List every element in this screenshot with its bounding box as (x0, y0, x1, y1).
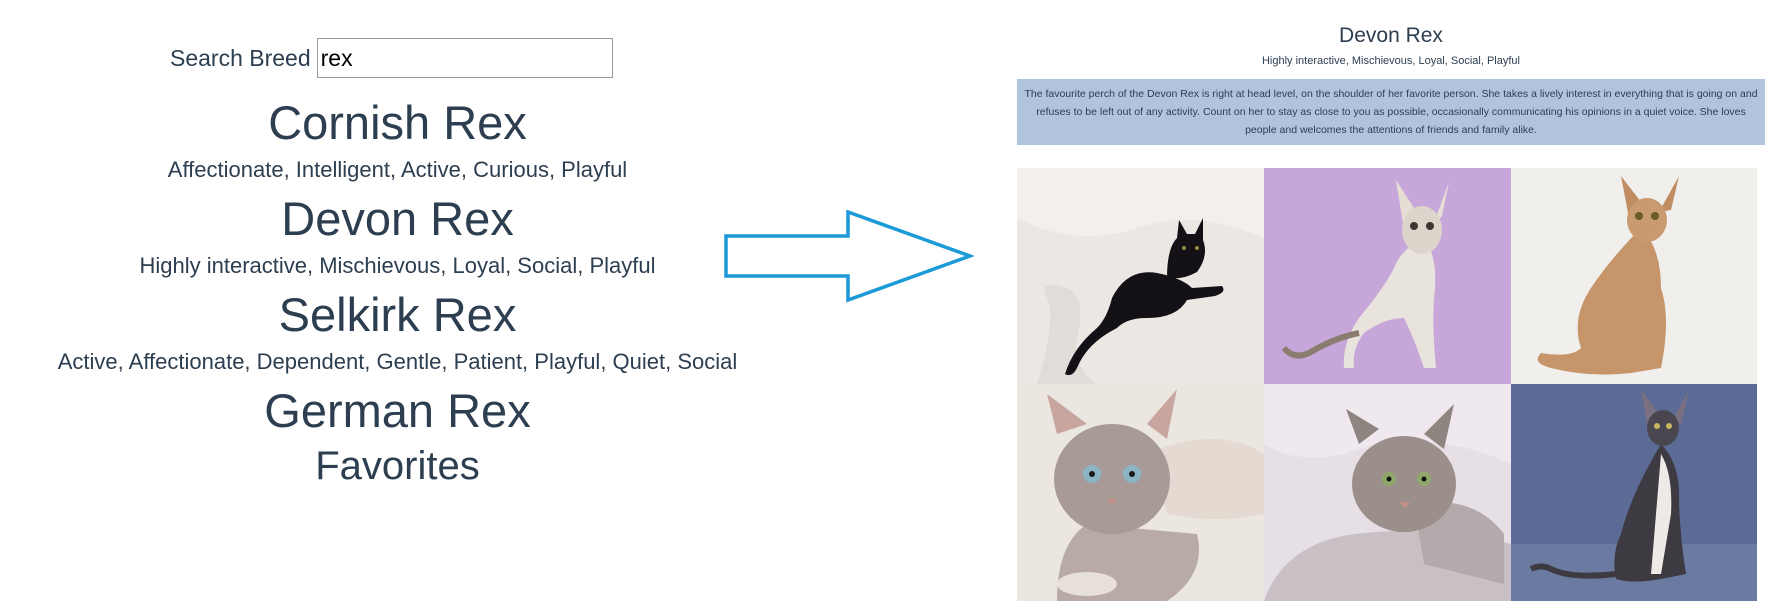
search-input[interactable] (316, 38, 613, 78)
tabby-cat-lying-photo (1264, 384, 1511, 601)
breed-temperament: Active, Affectionate, Dependent, Gentle,… (57, 349, 738, 374)
bicolor-cat-on-blue-photo (1511, 384, 1757, 601)
breed-list: Cornish Rex Affectionate, Intelligent, A… (0, 95, 795, 490)
breed-name-devon-rex[interactable]: Devon Rex (0, 191, 795, 247)
breed-temperament: Highly interactive, Mischievous, Loyal, … (139, 253, 656, 278)
breed-name-german-rex[interactable]: German Rex (0, 383, 795, 439)
breed-detail: Devon Rex Highly interactive, Mischievou… (1017, 22, 1765, 145)
tan-cat-photo (1511, 168, 1757, 384)
breed-name-selkirk-rex[interactable]: Selkirk Rex (0, 287, 795, 343)
black-cat-photo (1017, 168, 1264, 384)
detail-title: Devon Rex (1339, 24, 1443, 47)
search-label: Search Breed (170, 44, 311, 71)
favorites-link[interactable]: Favorites (0, 442, 795, 490)
grey-kitten-closeup-photo (1017, 384, 1264, 601)
right-arrow-icon (724, 210, 974, 303)
search-row: Search Breed (170, 38, 613, 78)
detail-description: The favourite perch of the Devon Rex is … (1017, 79, 1765, 145)
photo-gallery (1017, 168, 1757, 601)
breed-temperament: Affectionate, Intelligent, Active, Curio… (167, 157, 628, 182)
search-panel: Search Breed Cornish Rex Affectionate, I… (0, 0, 795, 615)
white-cat-on-purple-photo (1264, 168, 1511, 384)
breed-name-cornish-rex[interactable]: Cornish Rex (0, 95, 795, 151)
detail-temperament: Highly interactive, Mischievous, Loyal, … (1261, 55, 1520, 67)
